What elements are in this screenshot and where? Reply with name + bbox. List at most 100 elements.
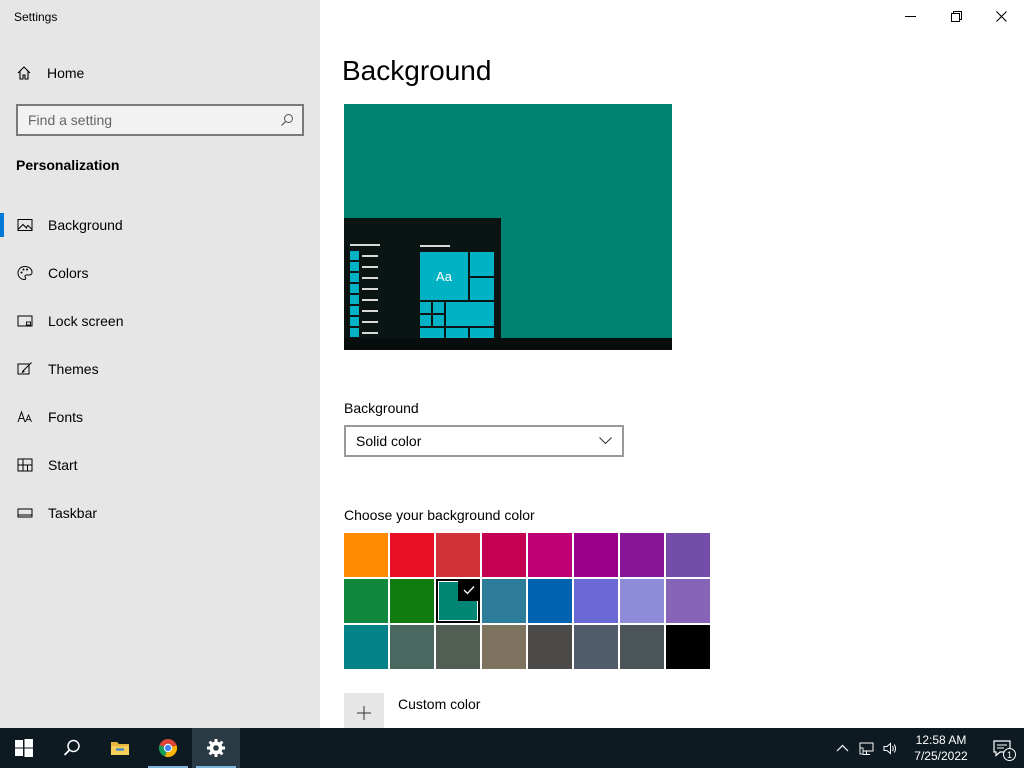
restore-icon — [950, 10, 962, 22]
sidebar-item-label: Lock screen — [48, 313, 124, 329]
search-input[interactable] — [28, 112, 280, 128]
file-explorer-icon — [111, 742, 129, 755]
sidebar-item-label: Fonts — [48, 409, 84, 425]
preview-tile-label: Aa — [436, 268, 452, 284]
sidebar: Settings Home Personalization Background… — [0, 0, 320, 728]
sidebar-item-label: Background — [48, 217, 123, 233]
preview-tiles: Aa — [420, 252, 494, 338]
color-swatch[interactable] — [574, 533, 618, 577]
color-swatch-grid — [344, 533, 712, 669]
palette-icon — [17, 265, 33, 281]
page-title: Background — [342, 55, 492, 86]
sidebar-item-label: Start — [48, 457, 78, 473]
sidebar-item-background[interactable]: Background — [0, 201, 320, 249]
checkmark-icon — [458, 579, 480, 601]
sidebar-item-fonts[interactable]: Fonts — [0, 393, 320, 441]
speaker-icon — [883, 741, 896, 755]
preview-start-menu: Aa — [344, 218, 501, 338]
sidebar-item-label: Colors — [48, 265, 89, 281]
restore-button[interactable] — [933, 0, 979, 32]
color-swatch[interactable] — [574, 579, 618, 623]
color-swatch[interactable] — [620, 533, 664, 577]
color-swatch[interactable] — [344, 533, 388, 577]
chrome-button[interactable] — [144, 728, 192, 768]
file-explorer-button[interactable] — [96, 728, 144, 768]
custom-color-plus — [344, 693, 384, 733]
minimize-button[interactable] — [887, 0, 933, 32]
color-swatch[interactable] — [436, 625, 480, 669]
sidebar-nav: Background Colors Lock screen Themes Fon… — [0, 201, 320, 537]
sidebar-item-label: Themes — [48, 361, 99, 377]
close-icon — [995, 10, 1007, 22]
color-swatch[interactable] — [528, 533, 572, 577]
sidebar-item-colors[interactable]: Colors — [0, 249, 320, 297]
taskbar-search-button[interactable] — [48, 728, 96, 768]
color-swatch[interactable] — [344, 625, 388, 669]
color-swatch[interactable] — [482, 579, 526, 623]
custom-color-button[interactable]: Custom color — [344, 693, 480, 733]
settings-app-button[interactable] — [192, 728, 240, 768]
sidebar-item-taskbar[interactable]: Taskbar — [0, 489, 320, 537]
search-icon[interactable] — [280, 113, 294, 127]
background-type-value: Solid color — [356, 433, 422, 449]
action-center-button[interactable]: 1 — [980, 728, 1024, 768]
color-swatch[interactable] — [344, 579, 388, 623]
color-swatch[interactable] — [666, 579, 710, 623]
show-hidden-icons-button[interactable] — [830, 728, 854, 768]
chrome-icon — [158, 739, 177, 758]
sidebar-item-start[interactable]: Start — [0, 441, 320, 489]
color-swatch[interactable] — [666, 625, 710, 669]
taskbar-clock[interactable]: 12:58 AM 7/25/2022 — [902, 732, 980, 764]
custom-color-label: Custom color — [398, 696, 481, 712]
color-swatch[interactable] — [390, 579, 434, 623]
clock-date: 7/25/2022 — [914, 749, 968, 763]
network-button[interactable] — [854, 728, 878, 768]
picture-icon — [17, 219, 33, 231]
windows-logo-icon — [15, 739, 33, 757]
color-swatch[interactable] — [390, 625, 434, 669]
color-swatch[interactable] — [482, 625, 526, 669]
color-swatch[interactable] — [528, 579, 572, 623]
color-swatch[interactable] — [620, 579, 664, 623]
lock-screen-icon — [17, 315, 33, 327]
choose-color-label: Choose your background color — [344, 507, 535, 523]
sidebar-item-lock-screen[interactable]: Lock screen — [0, 297, 320, 345]
sidebar-item-label: Taskbar — [48, 505, 98, 521]
color-swatch[interactable] — [528, 625, 572, 669]
background-label: Background — [344, 400, 419, 416]
preview-taskbar — [344, 338, 672, 350]
color-swatch[interactable] — [620, 625, 664, 669]
chevron-up-icon — [836, 744, 848, 751]
close-button[interactable] — [978, 0, 1024, 32]
search-box[interactable] — [16, 104, 304, 136]
color-swatch[interactable] — [436, 579, 480, 623]
preview-line — [350, 244, 380, 246]
preview-app-list — [350, 250, 378, 338]
app-title: Settings — [14, 10, 58, 24]
fonts-icon — [17, 410, 32, 423]
windows-taskbar: 12:58 AM 7/25/2022 1 — [0, 728, 1024, 768]
chevron-down-icon — [599, 437, 612, 445]
sidebar-item-themes[interactable]: Themes — [0, 345, 320, 393]
color-swatch[interactable] — [574, 625, 618, 669]
home-link[interactable]: Home — [16, 62, 84, 84]
notification-count-badge: 1 — [1003, 748, 1016, 761]
desktop-preview: Aa — [344, 104, 672, 350]
minimize-icon — [904, 15, 916, 17]
color-swatch[interactable] — [390, 533, 434, 577]
clock-time: 12:58 AM — [915, 733, 967, 747]
themes-icon — [17, 362, 32, 375]
system-tray: 12:58 AM 7/25/2022 1 — [830, 728, 1024, 768]
color-swatch[interactable] — [436, 533, 480, 577]
start-button[interactable] — [0, 728, 48, 768]
home-label: Home — [47, 65, 85, 81]
home-icon — [17, 66, 31, 80]
settings-gear-icon — [207, 739, 225, 757]
section-title: Personalization — [16, 157, 120, 173]
background-type-dropdown[interactable]: Solid color — [344, 425, 624, 457]
preview-line — [420, 245, 450, 247]
color-swatch[interactable] — [482, 533, 526, 577]
color-swatch[interactable] — [666, 533, 710, 577]
search-icon — [63, 739, 80, 756]
volume-button[interactable] — [878, 728, 902, 768]
